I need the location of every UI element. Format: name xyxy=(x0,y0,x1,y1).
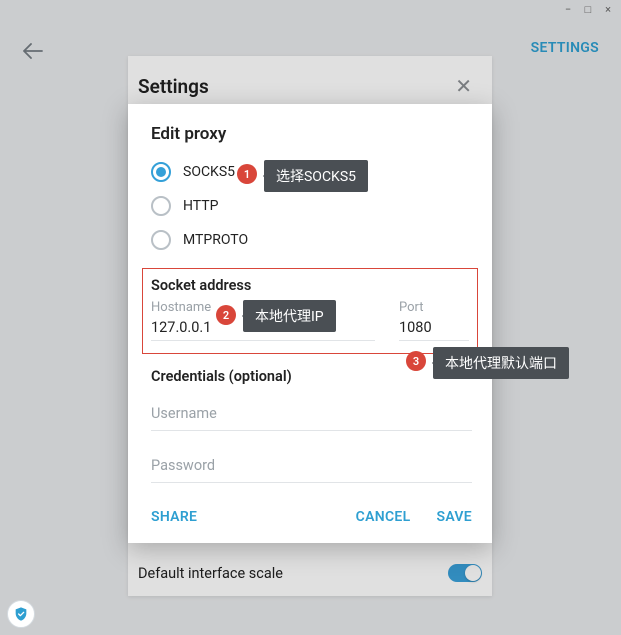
radio-icon xyxy=(151,162,171,182)
modal-title: Edit proxy xyxy=(148,124,472,144)
radio-icon xyxy=(151,196,171,216)
annotation-badge-2: 2 xyxy=(216,305,236,325)
save-button[interactable]: SAVE xyxy=(436,509,472,525)
modal-actions: SHARE CANCEL SAVE xyxy=(148,503,472,531)
port-label: Port xyxy=(399,300,469,315)
annotation-tip-3: 本地代理默认端口 xyxy=(433,347,569,379)
cancel-button[interactable]: CANCEL xyxy=(356,509,411,525)
share-button[interactable]: SHARE xyxy=(151,509,197,525)
annotation-tip-1: 选择SOCKS5 xyxy=(264,160,368,192)
radio-icon xyxy=(151,230,171,250)
radio-label: HTTP xyxy=(183,198,218,214)
radio-label: SOCKS5 xyxy=(183,164,235,180)
username-input[interactable] xyxy=(151,399,472,431)
port-field: Port xyxy=(399,300,469,341)
socket-title: Socket address xyxy=(151,277,469,294)
radio-label: MTPROTO xyxy=(183,232,248,248)
credentials-title: Credentials (optional) xyxy=(148,368,472,385)
password-input[interactable] xyxy=(151,451,472,483)
radio-mtproto[interactable]: MTPROTO xyxy=(151,230,472,250)
annotation-badge-3: 3 xyxy=(406,351,426,371)
connection-status-badge[interactable] xyxy=(7,600,35,628)
annotation-tip-2: 本地代理IP xyxy=(243,300,336,332)
radio-http[interactable]: HTTP xyxy=(151,196,472,216)
port-input[interactable] xyxy=(399,317,469,341)
annotation-badge-1: 1 xyxy=(237,164,257,184)
